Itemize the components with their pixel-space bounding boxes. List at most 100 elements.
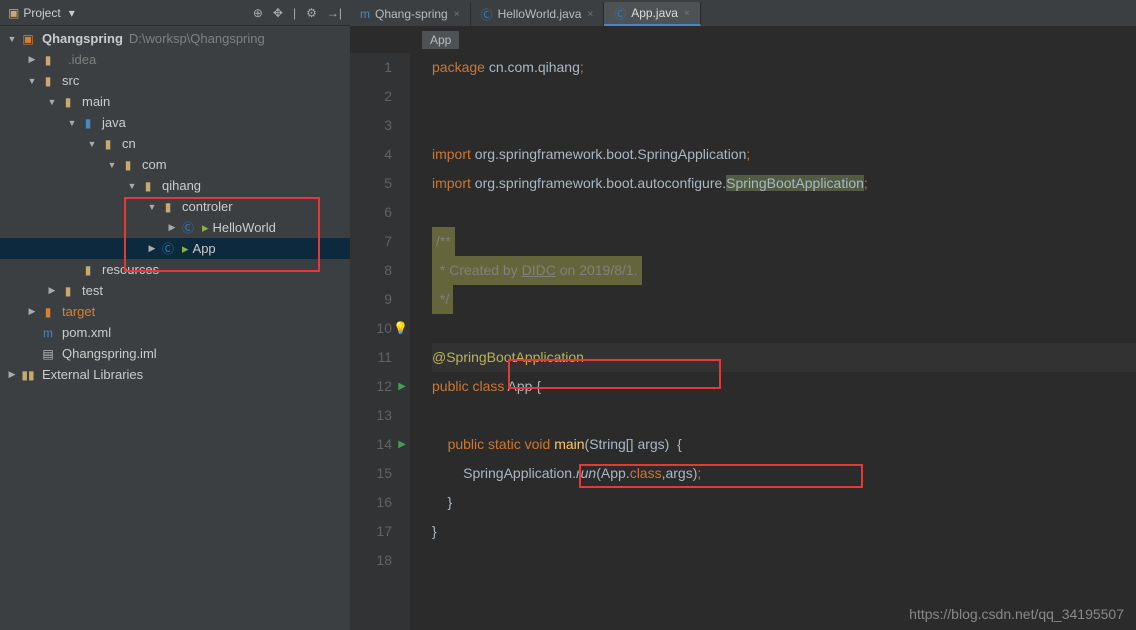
code-line[interactable] (432, 546, 1136, 575)
code-line[interactable]: } (432, 488, 1136, 517)
folder-label: test (82, 283, 103, 298)
folder-label: src (62, 73, 79, 88)
expand-arrow-icon[interactable]: ▼ (106, 159, 118, 171)
external-libraries[interactable]: ▶ ▮▮ External Libraries (0, 364, 350, 385)
expand-arrow-icon[interactable]: ▼ (86, 138, 98, 150)
code-line[interactable]: * Created by DIDC on 2019/8/1. (432, 256, 1136, 285)
code-area[interactable]: package cn.com.qihang; import org.spring… (432, 53, 1136, 575)
bulb-icon[interactable]: 💡 (393, 314, 408, 343)
iml-file[interactable]: ▤ Qhangspring.iml (0, 343, 350, 364)
t: SpringApplication. (463, 465, 576, 481)
folder-label: .idea (68, 52, 96, 67)
collapse-arrow-icon[interactable]: ▶ (146, 243, 158, 255)
code-line[interactable] (432, 401, 1136, 430)
close-icon[interactable]: × (587, 9, 593, 20)
code-line[interactable] (432, 82, 1136, 111)
t: DIDC (522, 262, 556, 278)
class-icon: Ⓒ (481, 6, 493, 23)
code-line[interactable]: } (432, 517, 1136, 546)
code-line[interactable]: public class App { (432, 372, 1136, 401)
expand-arrow-icon[interactable]: ▼ (126, 180, 138, 192)
test-folder[interactable]: ▶ ▮ test (0, 280, 350, 301)
cn-package[interactable]: ▼ ▮ cn (0, 133, 350, 154)
expand-arrow-icon[interactable]: ▼ (6, 33, 18, 45)
code-line[interactable]: import org.springframework.boot.SpringAp… (432, 140, 1136, 169)
main-folder[interactable]: ▼ ▮ main (0, 91, 350, 112)
line-number: 12▶ (350, 372, 392, 401)
pom-file[interactable]: m pom.xml (0, 322, 350, 343)
t: { (536, 378, 541, 394)
tab-helloworld[interactable]: Ⓒ HelloWorld.java × (471, 2, 605, 26)
collapse-arrow-icon[interactable]: ▶ (26, 306, 38, 318)
class-icon: Ⓒ (180, 219, 196, 236)
project-tree[interactable]: ▼ ▣ Qhangspring D:\worksp\Qhangspring ▶ … (0, 26, 350, 630)
t: * Created by (436, 262, 522, 278)
collapse-arrow-icon[interactable]: ▶ (46, 285, 58, 297)
expand-arrow-icon[interactable]: ▼ (26, 75, 38, 87)
t: /** (432, 227, 455, 256)
run-gutter-icon[interactable]: ▶ (398, 430, 406, 459)
breadcrumb-app[interactable]: App (422, 31, 459, 49)
t: ; (697, 465, 701, 481)
resources-folder[interactable]: ▮ resources (0, 259, 350, 280)
controler-package[interactable]: ▼ ▮ controler (0, 196, 350, 217)
code-line[interactable]: public static void main(String[] args) { (432, 430, 1136, 459)
close-icon[interactable]: × (684, 8, 690, 19)
code-line[interactable] (432, 111, 1136, 140)
line-number: 5 (350, 169, 392, 198)
gear-icon[interactable]: ⚙ (306, 6, 317, 20)
resources-icon: ▮ (80, 263, 96, 277)
folder-label: java (102, 115, 126, 130)
collapse-arrow-icon[interactable]: ▶ (6, 369, 18, 381)
expand-arrow-icon[interactable]: ▼ (46, 96, 58, 108)
idea-folder[interactable]: ▶ ▮ .idea (0, 49, 350, 70)
code-editor[interactable]: 1 2 3 4 5 6 7 8 9 10💡 11 12▶ 13 14▶ 15 1… (350, 53, 1136, 630)
divider-icon: | (293, 6, 296, 20)
java-folder[interactable]: ▼ ▮ java (0, 112, 350, 133)
target-icon[interactable]: ✥ (273, 6, 283, 20)
code-line[interactable]: import org.springframework.boot.autoconf… (432, 169, 1136, 198)
tab-app[interactable]: Ⓒ App.java × (604, 2, 701, 26)
helloworld-class[interactable]: ▶ Ⓒ ▸ HelloWorld (0, 217, 350, 238)
t: ; (580, 59, 584, 75)
expand-arrow-icon[interactable]: ▼ (66, 117, 78, 129)
t: */ (432, 285, 453, 314)
line-number: 7 (350, 227, 392, 256)
src-folder[interactable]: ▼ ▮ src (0, 70, 350, 91)
collapse-arrow-icon[interactable]: ▶ (26, 54, 38, 66)
collapse-icon[interactable]: ⊕ (253, 6, 263, 20)
package-icon: ▮ (140, 179, 156, 193)
folder-icon: ▮ (60, 95, 76, 109)
app-class[interactable]: ▶ Ⓒ ▸ App (0, 238, 350, 259)
line-number: 8 (350, 256, 392, 285)
line-number: 14▶ (350, 430, 392, 459)
code-line[interactable]: package cn.com.qihang; (432, 53, 1136, 82)
code-line[interactable]: SpringApplication.run(App.class,args); (432, 459, 1136, 488)
t: main (554, 436, 584, 452)
libraries-icon: ▮▮ (20, 368, 36, 382)
collapse-arrow-icon[interactable]: ▶ (166, 222, 178, 234)
line-number: 9 (350, 285, 392, 314)
hide-icon[interactable]: →| (327, 6, 342, 20)
expand-arrow-icon[interactable]: ▼ (146, 201, 158, 213)
target-folder[interactable]: ▶ ▮ target (0, 301, 350, 322)
code-line[interactable]: /** (432, 227, 1136, 256)
code-line[interactable] (432, 198, 1136, 227)
code-line[interactable]: @SpringBootApplication (432, 343, 1136, 372)
line-number: 18 (350, 546, 392, 575)
project-root[interactable]: ▼ ▣ Qhangspring D:\worksp\Qhangspring (0, 28, 350, 49)
code-line[interactable] (432, 314, 1136, 343)
run-gutter-icon[interactable]: ▶ (398, 372, 406, 401)
close-icon[interactable]: × (454, 9, 460, 20)
line-number: 11 (350, 343, 392, 372)
chevron-down-icon[interactable]: ▾ (69, 6, 75, 20)
project-view-title[interactable]: Project (23, 6, 60, 20)
code-line[interactable]: */ (432, 285, 1136, 314)
com-package[interactable]: ▼ ▮ com (0, 154, 350, 175)
class-label: App (193, 241, 216, 256)
tab-qhang-spring[interactable]: m Qhang-spring × (350, 2, 471, 26)
qihang-package[interactable]: ▼ ▮ qihang (0, 175, 350, 196)
t: ; (746, 146, 750, 162)
folder-label: controler (182, 199, 233, 214)
tab-label: HelloWorld.java (498, 7, 582, 21)
